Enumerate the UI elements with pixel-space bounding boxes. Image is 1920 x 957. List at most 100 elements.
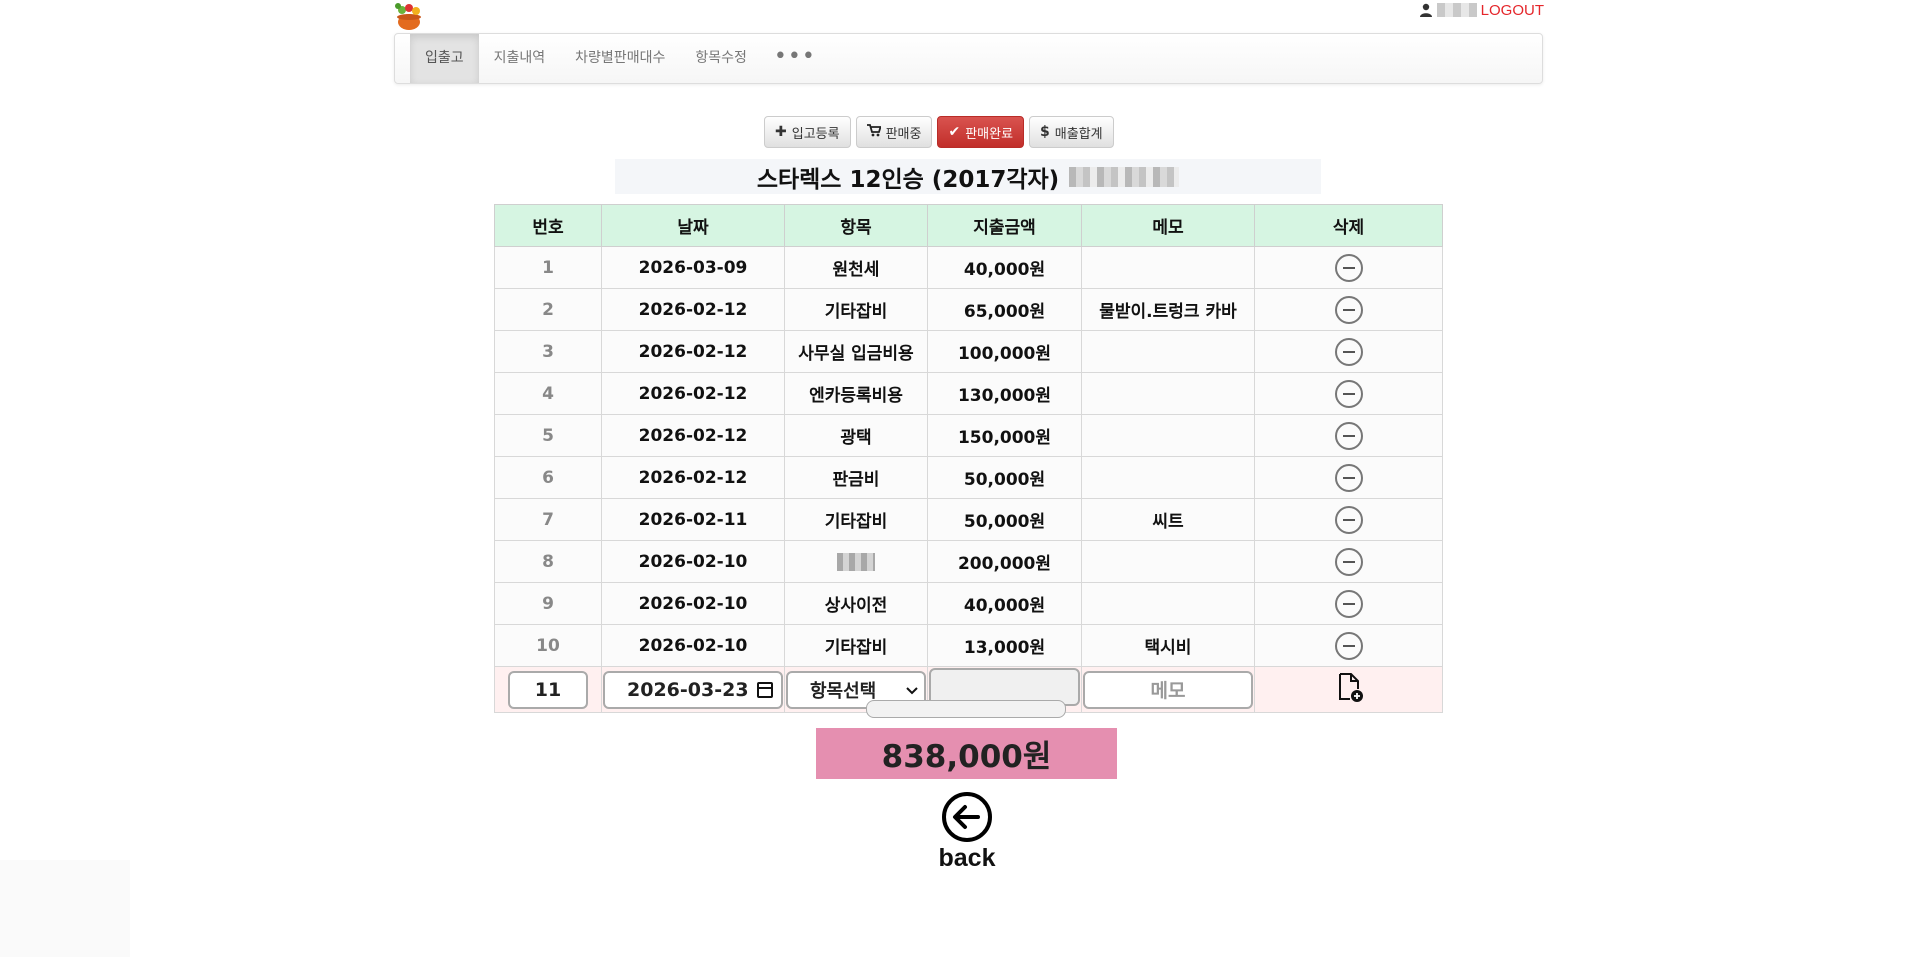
row-item: 기타잡비 — [784, 624, 928, 667]
row-no: 2 — [494, 288, 602, 331]
row-memo — [1081, 414, 1255, 457]
delete-minus-icon[interactable] — [1334, 295, 1363, 324]
selling-button[interactable]: 판매중 — [855, 116, 933, 148]
row-no: 3 — [494, 330, 602, 373]
row-item: 판금비 — [784, 456, 928, 499]
row-memo: 물받이.트렁크 카바 — [1081, 288, 1255, 331]
row-item: 기타잡비 — [784, 498, 928, 541]
row-delete-cell — [1254, 540, 1443, 583]
row-delete-cell — [1254, 372, 1443, 415]
row-delete-cell — [1254, 624, 1443, 667]
delete-minus-icon[interactable] — [1334, 421, 1363, 450]
plus-icon: ✚ — [775, 124, 787, 140]
table-row: 8 2026-02-10 200,000원 — [494, 540, 1443, 583]
delete-minus-icon[interactable] — [1334, 505, 1363, 534]
table-header-row: 번호 날짜 항목 지출금액 메모 삭제 — [494, 204, 1443, 247]
new-no-input[interactable]: 11 — [508, 670, 588, 709]
redacted-item — [837, 552, 875, 571]
row-no: 1 — [494, 246, 602, 289]
selling-button-label: 판매중 — [885, 126, 922, 142]
col-header-amount: 지출금액 — [927, 204, 1082, 247]
tab-sales-by-vehicle[interactable]: 차량별판매대수 — [560, 34, 680, 83]
more-menu-icon[interactable]: ••• — [762, 34, 828, 83]
sales-total-button[interactable]: $ 매출합계 — [1029, 116, 1114, 148]
row-delete-cell — [1254, 246, 1443, 289]
row-no: 5 — [494, 414, 602, 457]
row-date: 2026-02-10 — [601, 540, 785, 583]
row-amount: 13,000원 — [927, 624, 1082, 667]
row-item: 원천세 — [784, 246, 928, 289]
nav-tabs: 입출고 지출내역 차량별판매대수 항목수정 ••• — [410, 34, 828, 83]
expense-table: 번호 날짜 항목 지출금액 메모 삭제 1 2026-03-09 원천세 40,… — [494, 204, 1443, 713]
row-no: 8 — [494, 540, 602, 583]
logo[interactable] — [394, 0, 424, 32]
delete-minus-icon[interactable] — [1334, 631, 1363, 660]
row-no: 7 — [494, 498, 602, 541]
row-item: 기타잡비 — [784, 288, 928, 331]
table-row: 9 2026-02-10 상사이전 40,000원 — [494, 582, 1443, 625]
row-item-redacted — [784, 540, 928, 583]
back-button[interactable]: back — [927, 790, 1007, 873]
row-amount: 200,000원 — [927, 540, 1082, 583]
row-date: 2026-02-12 — [601, 330, 785, 373]
new-no-cell: 11 — [494, 666, 602, 713]
row-memo — [1081, 582, 1255, 625]
progress-bar — [866, 700, 1066, 718]
tab-expenses[interactable]: 지출내역 — [479, 34, 561, 83]
row-delete-cell — [1254, 498, 1443, 541]
row-delete-cell — [1254, 330, 1443, 373]
row-delete-cell — [1254, 288, 1443, 331]
calendar-icon[interactable] — [757, 681, 773, 698]
delete-minus-icon[interactable] — [1334, 253, 1363, 282]
row-memo — [1081, 330, 1255, 373]
row-memo — [1081, 372, 1255, 415]
table-row: 6 2026-02-12 판금비 50,000원 — [494, 456, 1443, 499]
delete-minus-icon[interactable] — [1334, 589, 1363, 618]
row-no: 10 — [494, 624, 602, 667]
plate-number-redacted — [1069, 166, 1180, 187]
sold-button-label: 판매완료 — [965, 126, 1014, 142]
row-item: 광택 — [784, 414, 928, 457]
table-row: 7 2026-02-11 기타잡비 50,000원 씨트 — [494, 498, 1443, 541]
row-item: 사무실 입금비용 — [784, 330, 928, 373]
row-memo — [1081, 456, 1255, 499]
delete-minus-icon[interactable] — [1334, 379, 1363, 408]
sold-button[interactable]: ✔ 판매완료 — [937, 116, 1025, 148]
cart-icon — [866, 123, 882, 141]
row-date: 2026-02-10 — [601, 624, 785, 667]
row-amount: 130,000원 — [927, 372, 1082, 415]
row-item: 엔카등록비용 — [784, 372, 928, 415]
delete-minus-icon[interactable] — [1334, 337, 1363, 366]
logout-link[interactable]: LOGOUT — [1481, 2, 1544, 19]
row-date: 2026-02-12 — [601, 372, 785, 415]
row-memo — [1081, 246, 1255, 289]
row-date: 2026-02-12 — [601, 456, 785, 499]
row-amount: 150,000원 — [927, 414, 1082, 457]
tab-edit-items[interactable]: 항목수정 — [680, 34, 762, 83]
chevron-down-icon — [906, 679, 918, 700]
delete-minus-icon[interactable] — [1334, 463, 1363, 492]
corner-panel — [0, 860, 130, 957]
row-no: 4 — [494, 372, 602, 415]
new-memo-cell: 메모 — [1081, 666, 1255, 713]
page-title: 스타렉스 12인승 (2017각자) — [615, 159, 1321, 194]
tab-inout[interactable]: 입출고 — [410, 34, 479, 83]
add-file-icon[interactable] — [1333, 671, 1365, 708]
new-add-cell — [1254, 666, 1443, 713]
vehicle-title: 스타렉스 12인승 (2017각자) — [756, 166, 1060, 193]
register-button[interactable]: ✚ 입고등록 — [764, 116, 851, 148]
user-area: LOGOUT — [1419, 0, 1544, 20]
row-item: 상사이전 — [784, 582, 928, 625]
delete-minus-icon[interactable] — [1334, 547, 1363, 576]
back-label: back — [938, 844, 996, 872]
row-amount: 50,000원 — [927, 456, 1082, 499]
row-date: 2026-02-12 — [601, 414, 785, 457]
new-date-input[interactable]: 2026-03-23 — [603, 670, 783, 709]
row-amount: 40,000원 — [927, 582, 1082, 625]
table-row: 3 2026-02-12 사무실 입금비용 100,000원 — [494, 330, 1443, 373]
col-header-date: 날짜 — [601, 204, 785, 247]
action-buttons: ✚ 입고등록 판매중 ✔ 판매완료 $ 매출합계 — [764, 116, 1114, 148]
row-amount: 40,000원 — [927, 246, 1082, 289]
new-memo-input[interactable]: 메모 — [1083, 670, 1253, 709]
new-date-cell: 2026-03-23 — [601, 666, 785, 713]
